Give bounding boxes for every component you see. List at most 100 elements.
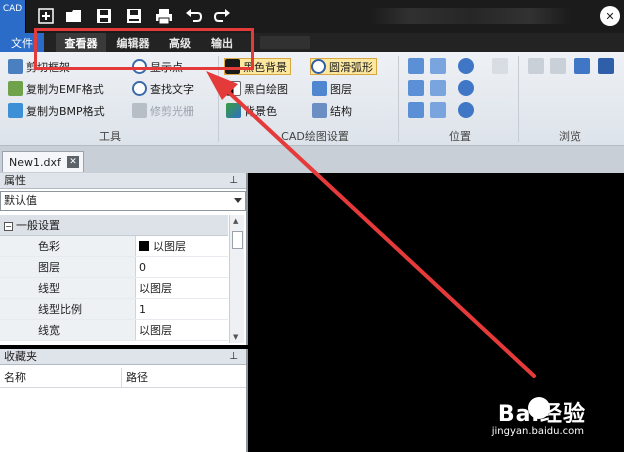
zoom-all-icon[interactable] — [430, 80, 446, 96]
layers-icon — [312, 81, 327, 96]
new-icon[interactable] — [36, 6, 56, 26]
properties-title: 属性 — [4, 174, 26, 187]
find-text-button[interactable]: 查找文字 — [132, 80, 194, 97]
property-name: 线型 — [0, 278, 136, 298]
property-value[interactable]: 以图层 — [136, 278, 228, 298]
ribbon-separator — [518, 56, 519, 142]
favorites-title: 收藏夹 — [4, 350, 37, 363]
color-swatch — [139, 241, 149, 251]
zoom-in-icon[interactable] — [458, 58, 474, 74]
open-icon[interactable] — [64, 6, 84, 26]
layers-label: 图层 — [330, 82, 352, 96]
pin-icon[interactable]: ⊥ — [229, 173, 238, 189]
cut-frame-icon — [8, 59, 23, 74]
favorites-header: 收藏夹 ⊥ — [0, 349, 246, 365]
structure-button[interactable]: 结构 — [312, 102, 352, 119]
property-grid: − 一般设置 色彩 以图层 图层 0 线型 以图层 线型比例 1 线宽 以图层 — [0, 215, 228, 341]
group-label-tools: 工具 — [99, 130, 121, 143]
favorites-panel: 收藏夹 ⊥ 名称 路径 — [0, 349, 248, 452]
orbit-icon[interactable] — [430, 102, 446, 118]
back-arrow-icon[interactable] — [528, 58, 544, 74]
property-row[interactable]: 图层 0 — [0, 257, 228, 278]
structure-icon — [312, 103, 327, 118]
property-category-label: 一般设置 — [16, 219, 60, 232]
property-row[interactable]: 色彩 以图层 — [0, 236, 228, 257]
property-category[interactable]: − 一般设置 — [0, 215, 228, 236]
document-tab-strip: New1.dxf ✕ — [0, 146, 624, 173]
property-row[interactable]: 线型 以图层 — [0, 278, 228, 299]
property-value[interactable]: 以图层 — [136, 236, 228, 256]
copy-emf-button[interactable]: 复制为EMF格式 — [8, 80, 104, 97]
find-text-icon — [132, 81, 147, 96]
scroll-up-icon[interactable]: ▲ — [233, 217, 238, 225]
save-icon[interactable] — [94, 6, 114, 26]
property-value[interactable]: 1 — [136, 299, 228, 319]
favorites-columns: 名称 路径 — [0, 368, 246, 388]
property-row[interactable]: 线型比例 1 — [0, 299, 228, 320]
structure-label: 结构 — [330, 104, 352, 118]
ribbon-separator — [398, 56, 399, 142]
refresh-icon[interactable] — [574, 58, 590, 74]
pan-hand-icon[interactable] — [492, 58, 508, 74]
copy-bmp-button[interactable]: 复制为BMP格式 — [8, 102, 105, 119]
background-color-button[interactable]: 背景色 — [226, 102, 277, 119]
blurred-title — [370, 8, 570, 24]
column-name[interactable]: 名称 — [0, 368, 122, 387]
smooth-arc-icon — [311, 59, 326, 74]
chevron-down-icon[interactable] — [234, 198, 242, 203]
zoom-window-icon[interactable] — [430, 58, 446, 74]
column-path[interactable]: 路径 — [122, 368, 148, 387]
document-tab-label: New1.dxf — [9, 155, 61, 169]
trim-raster-icon — [132, 103, 147, 118]
watermark-brand: Bai经验 — [497, 402, 586, 427]
zoom-options-icon[interactable] — [458, 102, 474, 118]
property-name: 线型比例 — [0, 299, 136, 319]
undo-icon[interactable] — [184, 6, 204, 26]
annotation-highlight-box — [34, 28, 254, 70]
app-logo-text: CAD — [2, 4, 23, 14]
property-name: 图层 — [0, 257, 136, 277]
property-value[interactable]: 以图层 — [136, 320, 228, 340]
properties-scrollbar[interactable]: ▲ ▼ — [229, 215, 244, 343]
scroll-down-icon[interactable]: ▼ — [233, 333, 238, 341]
fit-page-icon[interactable] — [408, 58, 424, 74]
save-as-icon[interactable] — [124, 6, 144, 26]
smooth-arc-toggle[interactable]: 圆滑弧形 — [310, 58, 377, 75]
pin-icon[interactable]: ⊥ — [229, 349, 238, 365]
trim-raster-button[interactable]: 修剪光栅 — [132, 102, 194, 119]
scrollbar-thumb[interactable] — [232, 231, 243, 249]
print-icon[interactable] — [154, 6, 174, 26]
watermark-url: jingyan.baidu.com — [491, 426, 584, 437]
property-name: 线宽 — [0, 320, 136, 340]
property-name: 色彩 — [0, 236, 136, 256]
copy-emf-icon — [8, 81, 23, 96]
group-label-position: 位置 — [449, 130, 471, 143]
property-value[interactable]: 0 — [136, 257, 228, 277]
group-label-browse: 浏览 — [559, 130, 581, 143]
property-row[interactable]: 线宽 以图层 — [0, 320, 228, 341]
properties-combo-value: 默认值 — [4, 194, 37, 207]
open-folder-icon[interactable] — [598, 58, 614, 74]
group-label-cad-settings: CAD绘图设置 — [281, 130, 349, 143]
bw-drawing-toggle[interactable]: 黑白绘图 — [226, 80, 288, 97]
background-color-icon — [226, 103, 241, 118]
view-3d-icon[interactable] — [408, 102, 424, 118]
fit-extents-icon[interactable] — [408, 80, 424, 96]
properties-combo[interactable]: 默认值 — [0, 191, 246, 211]
copy-bmp-icon — [8, 103, 23, 118]
close-tab-icon[interactable]: ✕ — [67, 156, 79, 168]
forward-arrow-icon[interactable] — [550, 58, 566, 74]
copy-emf-label: 复制为EMF格式 — [26, 82, 104, 96]
find-text-label: 查找文字 — [150, 82, 194, 96]
bw-drawing-label: 黑白绘图 — [244, 82, 288, 96]
properties-panel: 属性 ⊥ 默认值 − 一般设置 色彩 以图层 图层 0 线型 以图层 线型比例 1… — [0, 173, 248, 345]
redo-icon[interactable] — [212, 6, 232, 26]
collapse-icon[interactable]: − — [4, 221, 13, 231]
layers-button[interactable]: 图层 — [312, 80, 352, 97]
zoom-out-icon[interactable] — [458, 80, 474, 96]
background-color-label: 背景色 — [244, 104, 277, 118]
app-logo[interactable]: CAD — [0, 0, 26, 33]
document-tab[interactable]: New1.dxf ✕ — [2, 151, 84, 172]
trim-raster-label: 修剪光栅 — [150, 104, 194, 118]
close-icon[interactable]: ✕ — [600, 6, 620, 26]
